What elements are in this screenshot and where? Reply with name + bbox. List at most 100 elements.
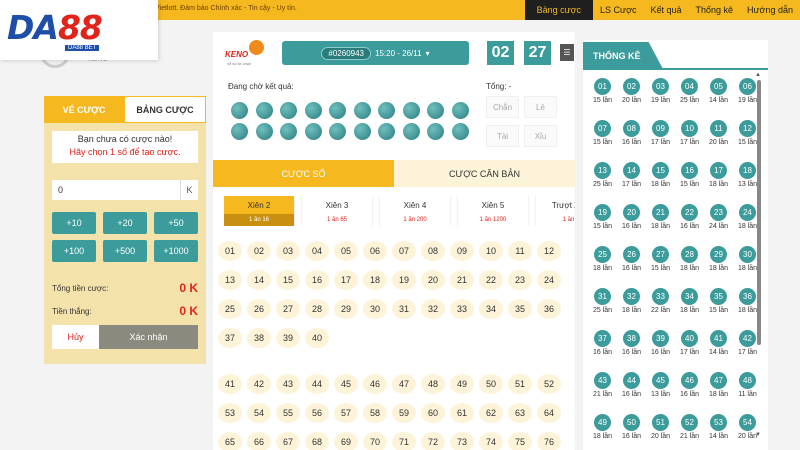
number-28[interactable]: 28 xyxy=(305,299,329,319)
number-59[interactable]: 59 xyxy=(392,403,416,423)
tab-bang-cuoc[interactable]: BẢNG CƯỢC xyxy=(124,96,206,123)
number-54[interactable]: 54 xyxy=(247,403,271,423)
number-04[interactable]: 04 xyxy=(305,241,329,261)
number-64[interactable]: 64 xyxy=(537,403,561,423)
cancel-button[interactable]: Hủy xyxy=(52,325,99,349)
number-15[interactable]: 15 xyxy=(276,270,300,290)
quick-amount-100[interactable]: +100 xyxy=(52,240,96,262)
number-36[interactable]: 36 xyxy=(537,299,561,319)
number-45[interactable]: 45 xyxy=(334,374,358,394)
number-63[interactable]: 63 xyxy=(508,403,532,423)
number-31[interactable]: 31 xyxy=(392,299,416,319)
number-24[interactable]: 24 xyxy=(537,270,561,290)
number-14[interactable]: 14 xyxy=(247,270,271,290)
number-13[interactable]: 13 xyxy=(218,270,242,290)
number-50[interactable]: 50 xyxy=(479,374,503,394)
number-42[interactable]: 42 xyxy=(247,374,271,394)
xien-option[interactable]: Xiên 4 1 ăn 200 xyxy=(380,196,450,226)
menu-icon[interactable]: ☰ xyxy=(560,44,574,61)
number-76[interactable]: 76 xyxy=(537,432,561,450)
amount-value[interactable]: 0 xyxy=(52,185,180,195)
quick-amount-20[interactable]: +20 xyxy=(103,212,147,234)
number-62[interactable]: 62 xyxy=(479,403,503,423)
number-37[interactable]: 37 xyxy=(218,328,242,348)
number-57[interactable]: 57 xyxy=(334,403,358,423)
number-73[interactable]: 73 xyxy=(450,432,474,450)
number-23[interactable]: 23 xyxy=(508,270,532,290)
number-46[interactable]: 46 xyxy=(363,374,387,394)
number-58[interactable]: 58 xyxy=(363,403,387,423)
number-18[interactable]: 18 xyxy=(363,270,387,290)
number-55[interactable]: 55 xyxy=(276,403,300,423)
number-66[interactable]: 66 xyxy=(247,432,271,450)
number-40[interactable]: 40 xyxy=(305,328,329,348)
nav-ket-qua[interactable]: Kết quả xyxy=(643,0,688,20)
number-19[interactable]: 19 xyxy=(392,270,416,290)
number-43[interactable]: 43 xyxy=(276,374,300,394)
amount-field[interactable]: 0 K xyxy=(52,180,198,200)
number-39[interactable]: 39 xyxy=(276,328,300,348)
quick-amount-1000[interactable]: +1000 xyxy=(154,240,198,262)
number-17[interactable]: 17 xyxy=(334,270,358,290)
stats-tab[interactable]: THỐNG KÊ xyxy=(583,42,663,69)
number-56[interactable]: 56 xyxy=(305,403,329,423)
number-32[interactable]: 32 xyxy=(421,299,445,319)
number-10[interactable]: 10 xyxy=(479,241,503,261)
confirm-button[interactable]: Xác nhận xyxy=(99,325,198,349)
number-33[interactable]: 33 xyxy=(450,299,474,319)
draw-selector[interactable]: #0260943 15:20 - 26/11 ▾ xyxy=(282,41,469,65)
number-51[interactable]: 51 xyxy=(508,374,532,394)
number-03[interactable]: 03 xyxy=(276,241,300,261)
number-41[interactable]: 41 xyxy=(218,374,242,394)
number-65[interactable]: 65 xyxy=(218,432,242,450)
xien-option[interactable]: Xiên 21 ăn 16 xyxy=(224,196,294,226)
number-21[interactable]: 21 xyxy=(450,270,474,290)
number-49[interactable]: 49 xyxy=(450,374,474,394)
quick-amount-500[interactable]: +500 xyxy=(103,240,147,262)
number-47[interactable]: 47 xyxy=(392,374,416,394)
number-06[interactable]: 06 xyxy=(363,241,387,261)
xien-option[interactable]: Xiên 5 1 ăn 1200 xyxy=(458,196,528,226)
brand-logo[interactable]: DA88 DA88 BET xyxy=(0,0,158,60)
tab-ve-cuoc[interactable]: VÉ CƯỢC xyxy=(44,96,124,123)
nav-huong-dan[interactable]: Hướng dẫn xyxy=(740,0,800,20)
number-35[interactable]: 35 xyxy=(508,299,532,319)
number-12[interactable]: 12 xyxy=(537,241,561,261)
number-07[interactable]: 07 xyxy=(392,241,416,261)
number-72[interactable]: 72 xyxy=(421,432,445,450)
nav-bang-cuoc[interactable]: Bảng cược xyxy=(524,0,594,20)
number-01[interactable]: 01 xyxy=(218,241,242,261)
number-02[interactable]: 02 xyxy=(247,241,271,261)
number-52[interactable]: 52 xyxy=(537,374,561,394)
xien-option[interactable]: Xiên 3 1 ăn 65 xyxy=(302,196,372,226)
number-30[interactable]: 30 xyxy=(363,299,387,319)
number-26[interactable]: 26 xyxy=(247,299,271,319)
number-68[interactable]: 68 xyxy=(305,432,329,450)
number-53[interactable]: 53 xyxy=(218,403,242,423)
number-74[interactable]: 74 xyxy=(479,432,503,450)
number-69[interactable]: 69 xyxy=(334,432,358,450)
number-22[interactable]: 22 xyxy=(479,270,503,290)
tab-cuoc-can-ban[interactable]: CƯỢC CĂN BẢN xyxy=(394,160,575,187)
tab-cuoc-so[interactable]: CƯỢC SỐ xyxy=(213,160,394,187)
number-70[interactable]: 70 xyxy=(363,432,387,450)
number-08[interactable]: 08 xyxy=(421,241,445,261)
number-20[interactable]: 20 xyxy=(421,270,445,290)
xien-option[interactable]: Trượt Xiên 1 ăn 2 xyxy=(536,196,575,226)
number-09[interactable]: 09 xyxy=(450,241,474,261)
number-25[interactable]: 25 xyxy=(218,299,242,319)
quick-amount-10[interactable]: +10 xyxy=(52,212,96,234)
nav-ls-cuoc[interactable]: LS Cược xyxy=(593,0,643,20)
nav-thong-ke[interactable]: Thống kê xyxy=(689,0,741,20)
number-67[interactable]: 67 xyxy=(276,432,300,450)
number-60[interactable]: 60 xyxy=(421,403,445,423)
number-16[interactable]: 16 xyxy=(305,270,329,290)
number-71[interactable]: 71 xyxy=(392,432,416,450)
number-38[interactable]: 38 xyxy=(247,328,271,348)
number-61[interactable]: 61 xyxy=(450,403,474,423)
number-75[interactable]: 75 xyxy=(508,432,532,450)
number-11[interactable]: 11 xyxy=(508,241,532,261)
number-48[interactable]: 48 xyxy=(421,374,445,394)
number-34[interactable]: 34 xyxy=(479,299,503,319)
number-44[interactable]: 44 xyxy=(305,374,329,394)
